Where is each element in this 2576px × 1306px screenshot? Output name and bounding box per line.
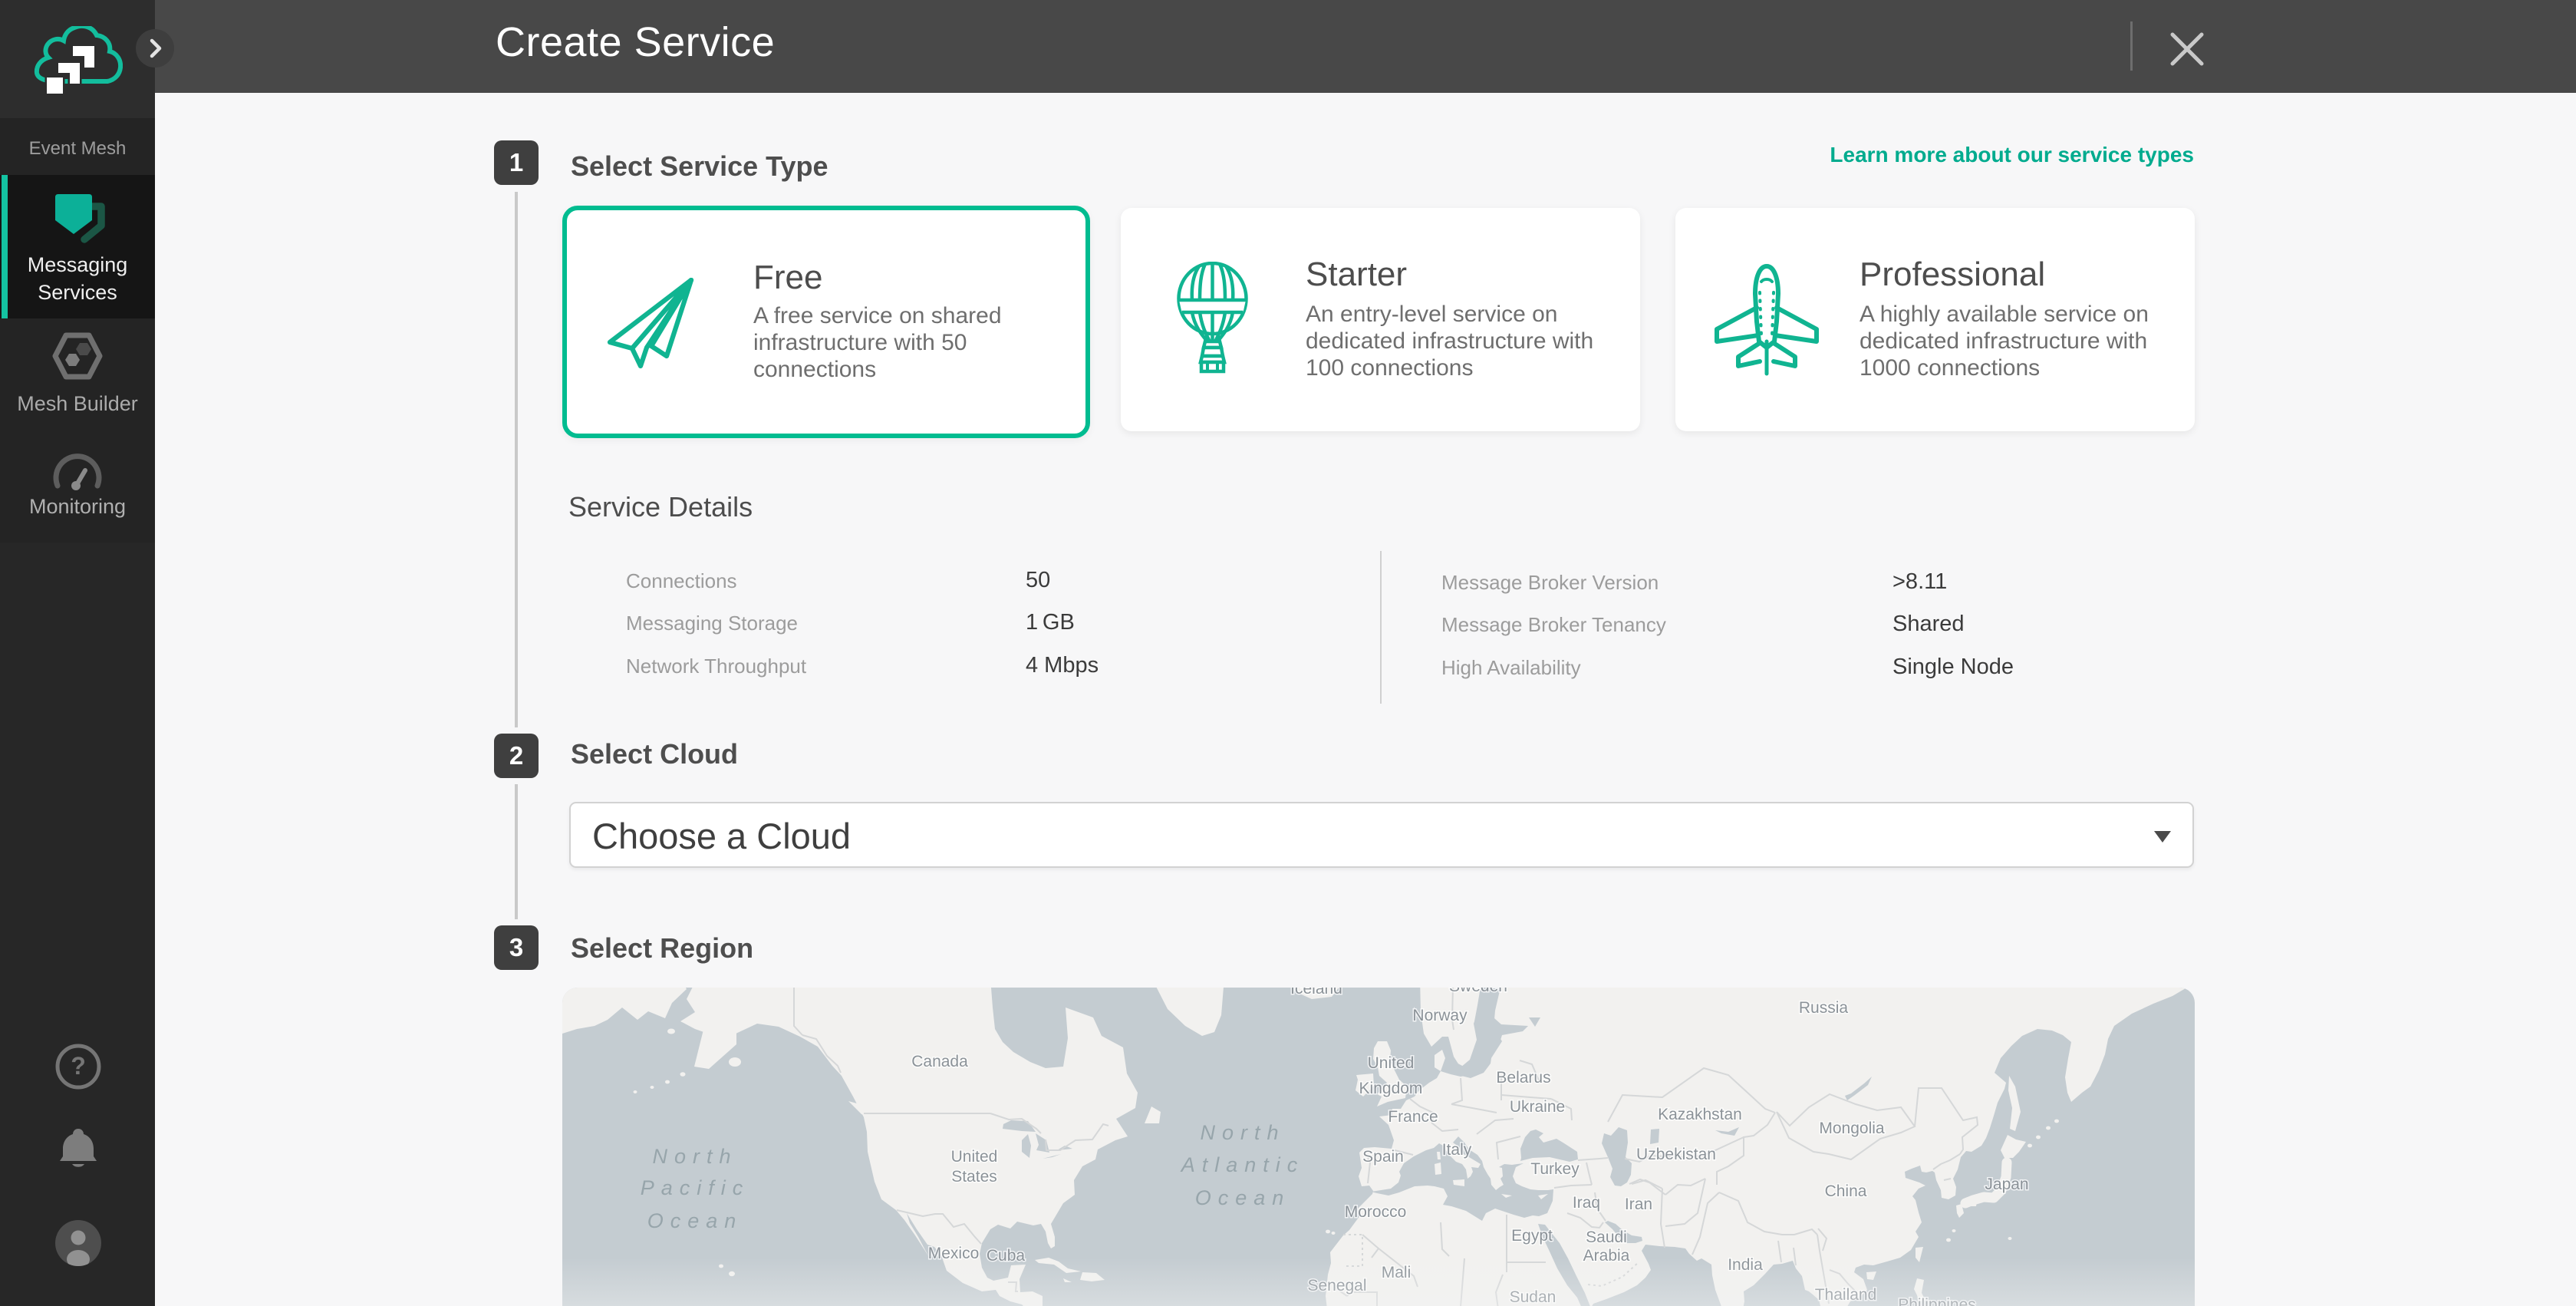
svg-text:Uzbekistan: Uzbekistan — [1636, 1146, 1716, 1163]
svg-text:Kazakhstan: Kazakhstan — [1658, 1106, 1742, 1123]
svg-text:Belarus: Belarus — [1496, 1069, 1550, 1087]
svg-text:Saudi: Saudi — [1586, 1228, 1627, 1246]
svg-text:China: China — [1825, 1182, 1867, 1200]
svg-text:Egypt: Egypt — [1511, 1227, 1553, 1245]
svg-text:Iraq: Iraq — [1573, 1194, 1600, 1212]
svg-text:Mongolia: Mongolia — [1819, 1120, 1885, 1137]
svg-text:Ukraine: Ukraine — [1510, 1098, 1565, 1116]
svg-text:States: States — [951, 1168, 997, 1186]
svg-text:Ocean: Ocean — [647, 1209, 743, 1232]
svg-text:Iceland: Iceland — [1290, 988, 1342, 998]
svg-text:Iran: Iran — [1625, 1196, 1652, 1213]
svg-text:Canada: Canada — [911, 1053, 968, 1070]
svg-text:Atlantic: Atlantic — [1180, 1153, 1305, 1176]
svg-text:Ocean: Ocean — [1195, 1186, 1291, 1209]
svg-text:Italy: Italy — [1442, 1141, 1472, 1159]
svg-text:North: North — [652, 1145, 737, 1168]
svg-text:?: ? — [71, 1052, 86, 1080]
svg-text:Spain: Spain — [1362, 1148, 1404, 1166]
svg-text:Kingdom: Kingdom — [1359, 1080, 1423, 1097]
svg-text:Morocco: Morocco — [1345, 1203, 1407, 1221]
svg-text:United: United — [951, 1148, 998, 1166]
svg-text:United: United — [1368, 1054, 1415, 1072]
svg-text:Turkey: Turkey — [1530, 1160, 1580, 1178]
svg-text:Sweden: Sweden — [1449, 988, 1507, 995]
svg-text:Russia: Russia — [1799, 999, 1849, 1017]
svg-text:Pacific: Pacific — [641, 1176, 750, 1199]
svg-text:Japan: Japan — [1985, 1176, 2028, 1193]
svg-text:Norway: Norway — [1412, 1007, 1468, 1024]
svg-text:France: France — [1388, 1108, 1438, 1126]
svg-text:North: North — [1200, 1121, 1285, 1144]
